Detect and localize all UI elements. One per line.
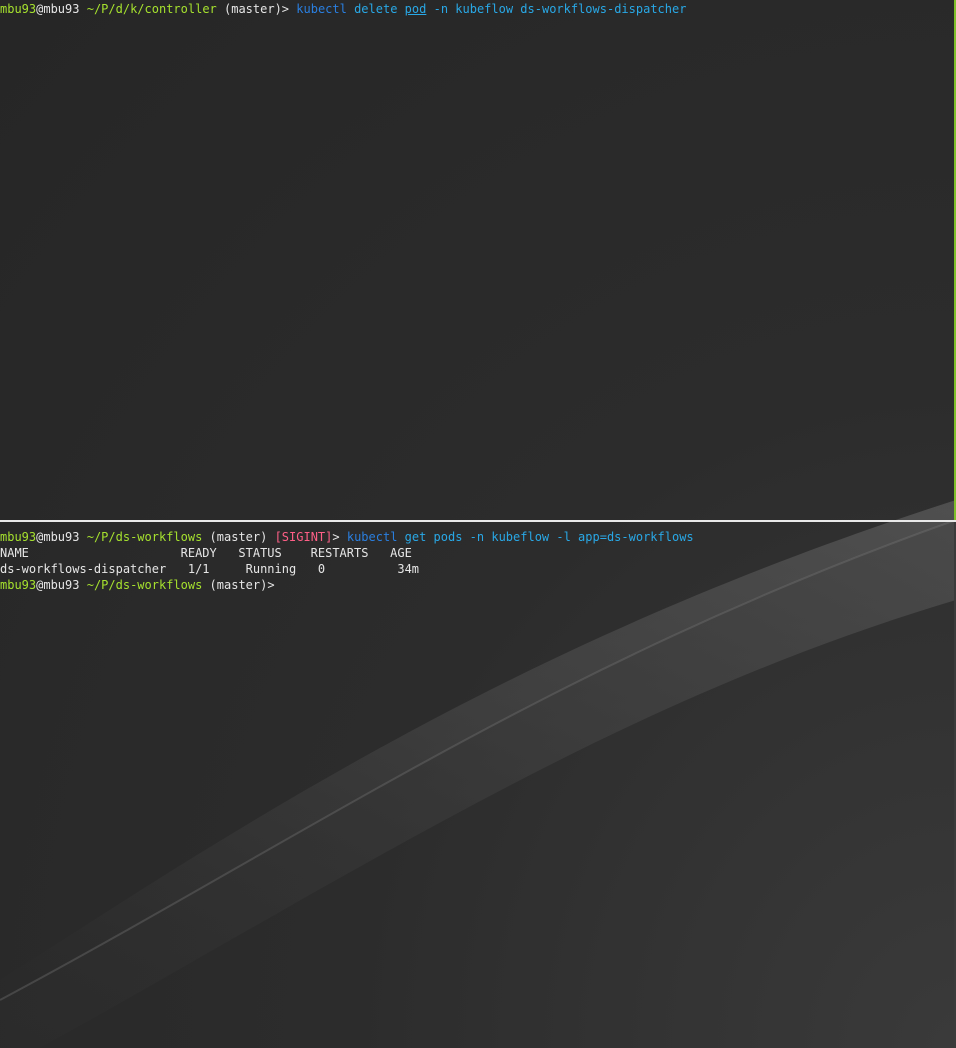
command-binary: kubectl	[296, 2, 347, 16]
prompt-host: mbu93	[43, 530, 80, 544]
command-binary: kubectl	[346, 530, 398, 544]
prompt-line-current[interactable]: mbu93@mbu93 ~/P/ds-workflows (master)>	[0, 577, 955, 593]
prompt-user: mbu93	[0, 578, 37, 592]
prompt-cwd: ~/P/d/k/controller	[86, 2, 217, 16]
command-arg-delete: delete	[354, 2, 398, 16]
command-args: -n kubeflow ds-workflows-dispatcher	[433, 2, 687, 16]
prompt-line: mbu93@mbu93 ~/P/ds-workflows (master) [S…	[0, 529, 955, 545]
prompt-symbol: >	[267, 578, 275, 592]
output-table-row: ds-workflows-dispatcher 1/1 Running 0 34…	[0, 562, 420, 576]
prompt-git-branch: (master)	[209, 530, 268, 544]
prompt-cwd: ~/P/ds-workflows	[86, 530, 203, 544]
command-arg-pod: pod	[404, 2, 427, 16]
prompt-symbol: >	[332, 530, 340, 544]
prompt-user: mbu93	[0, 530, 37, 544]
prompt-signal-status: [SIGINT]	[274, 530, 333, 544]
output-table-header: NAME READY STATUS RESTARTS AGE	[0, 546, 412, 560]
prompt-host: mbu93	[43, 578, 80, 592]
terminal-pane-top[interactable]: mbu93@mbu93 ~/P/d/k/controller (master)>…	[0, 0, 955, 520]
prompt-cwd: ~/P/ds-workflows	[86, 578, 203, 592]
prompt-git-branch: (master)	[224, 2, 282, 16]
terminal-pane-bottom[interactable]: mbu93@mbu93 ~/P/ds-workflows (master) [S…	[0, 522, 955, 1048]
command-args: get pods -n kubeflow -l app=ds-workflows	[404, 530, 694, 544]
prompt-host: mbu93	[43, 2, 80, 16]
prompt-line: mbu93@mbu93 ~/P/d/k/controller (master)>…	[0, 1, 955, 17]
prompt-git-branch: (master)	[209, 578, 268, 592]
prompt-user: mbu93	[0, 2, 37, 16]
prompt-symbol: >	[281, 2, 290, 16]
